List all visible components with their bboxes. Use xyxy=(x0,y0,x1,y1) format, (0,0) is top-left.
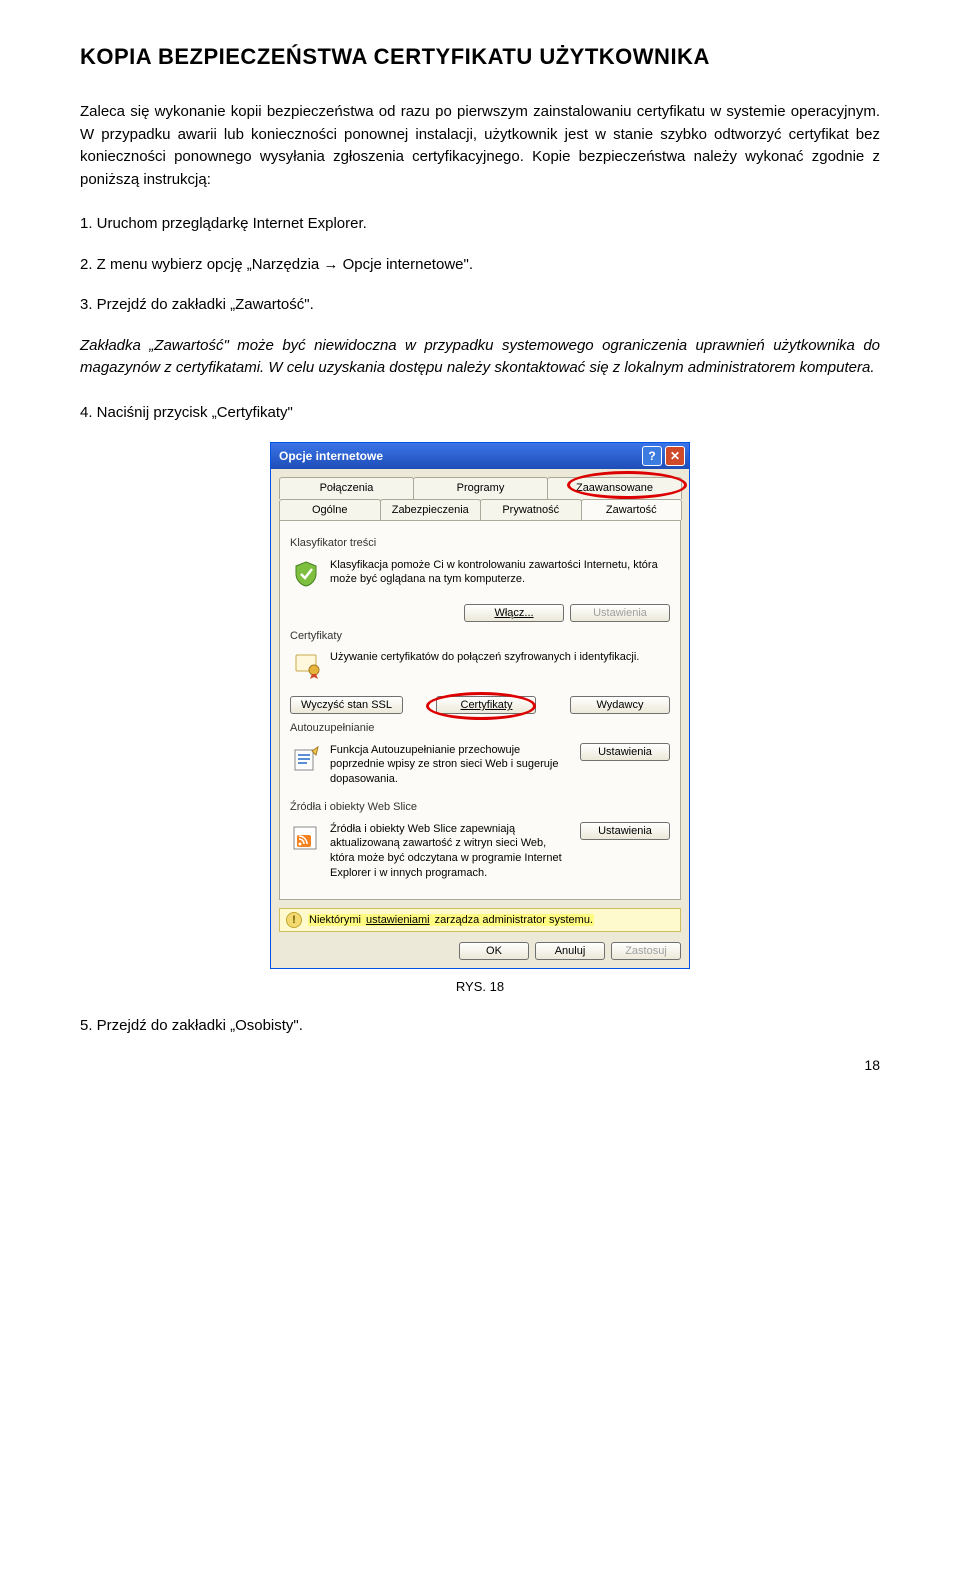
ustawienia-klas-button: Ustawienia xyxy=(570,604,670,622)
dialog-titlebar: Opcje internetowe ? ✕ xyxy=(271,443,689,469)
step-5: 5. Przejdź do zakładki „Osobisty". xyxy=(80,1015,880,1038)
tab-ogolne[interactable]: Ogólne xyxy=(279,499,381,521)
step-3: 3. Przejdź do zakładki „Zawartość". xyxy=(80,294,880,317)
tab-content-panel: Klasyfikator treści Klasyfikacja pomoże … xyxy=(279,520,681,900)
certyfikaty-desc: Używanie certyfikatów do połączeń szyfro… xyxy=(330,650,670,665)
tab-zawartosc[interactable]: Zawartość xyxy=(581,499,683,521)
autocomplete-icon xyxy=(290,743,322,775)
section-klasyfikator-label: Klasyfikator treści xyxy=(290,535,670,552)
tab-prywatnosc[interactable]: Prywatność xyxy=(480,499,582,521)
help-icon[interactable]: ? xyxy=(642,446,662,466)
section-rss-label: Źródła i obiekty Web Slice xyxy=(290,799,670,816)
admin-warning-bar: ! Niektórymi ustawieniami zarządza admin… xyxy=(279,908,681,933)
shield-icon xyxy=(290,558,322,590)
anuluj-button[interactable]: Anuluj xyxy=(535,942,605,960)
step-4: 4. Naciśnij przycisk „Certyfikaty" xyxy=(80,402,880,425)
page-title: KOPIA BEZPIECZEŃSTWA CERTYFIKATU UŻYTKOW… xyxy=(80,40,880,73)
certificate-icon xyxy=(290,650,322,682)
red-circle-tab xyxy=(567,471,687,499)
page-number: 18 xyxy=(80,1055,880,1076)
section-certyfikaty-label: Certyfikaty xyxy=(290,628,670,645)
wyczysc-ssl-button[interactable]: Wyczyść stan SSL xyxy=(290,696,403,714)
figure-caption: RYS. 18 xyxy=(80,977,880,997)
section-auto-label: Autouzupełnianie xyxy=(290,720,670,737)
dialog-title: Opcje internetowe xyxy=(279,447,383,465)
warning-icon: ! xyxy=(286,912,302,928)
ok-button[interactable]: OK xyxy=(459,942,529,960)
step-1: 1. Uruchom przeglądarkę Internet Explore… xyxy=(80,213,880,236)
step-3-note: Zakładka „Zawartość" może być niewidoczn… xyxy=(80,335,880,380)
auto-desc: Funkcja Autouzupełnianie przechowuje pop… xyxy=(330,743,572,788)
internet-options-dialog: Opcje internetowe ? ✕ Połączenia Program… xyxy=(270,442,690,969)
rss-icon xyxy=(290,822,322,854)
rss-desc: Źródła i obiekty Web Slice zapewniają ak… xyxy=(330,822,572,881)
step-2: 2. Z menu wybierz opcję „Narzędzia → Opc… xyxy=(80,254,880,277)
intro-paragraph: Zaleca się wykonanie kopii bezpieczeństw… xyxy=(80,101,880,191)
dialog-footer: OK Anuluj Zastosuj xyxy=(271,934,689,968)
tab-polaczenia[interactable]: Połączenia xyxy=(279,477,414,499)
wydawcy-button[interactable]: Wydawcy xyxy=(570,696,670,714)
red-circle-certyfikaty xyxy=(426,692,536,720)
tab-programy[interactable]: Programy xyxy=(413,477,548,499)
tab-zabezpieczenia[interactable]: Zabezpieczenia xyxy=(380,499,482,521)
ustawienia-rss-button[interactable]: Ustawienia xyxy=(580,822,670,840)
dialog-screenshot: Opcje internetowe ? ✕ Połączenia Program… xyxy=(80,442,880,969)
close-icon[interactable]: ✕ xyxy=(665,446,685,466)
wlacz-button[interactable]: Włącz... xyxy=(464,604,564,622)
ustawienia-auto-button[interactable]: Ustawienia xyxy=(580,743,670,761)
admin-warning-text: Niektórymi ustawieniami zarządza adminis… xyxy=(308,912,594,929)
klasyfikator-desc: Klasyfikacja pomoże Ci w kontrolowaniu z… xyxy=(330,558,670,588)
zastosuj-button: Zastosuj xyxy=(611,942,681,960)
